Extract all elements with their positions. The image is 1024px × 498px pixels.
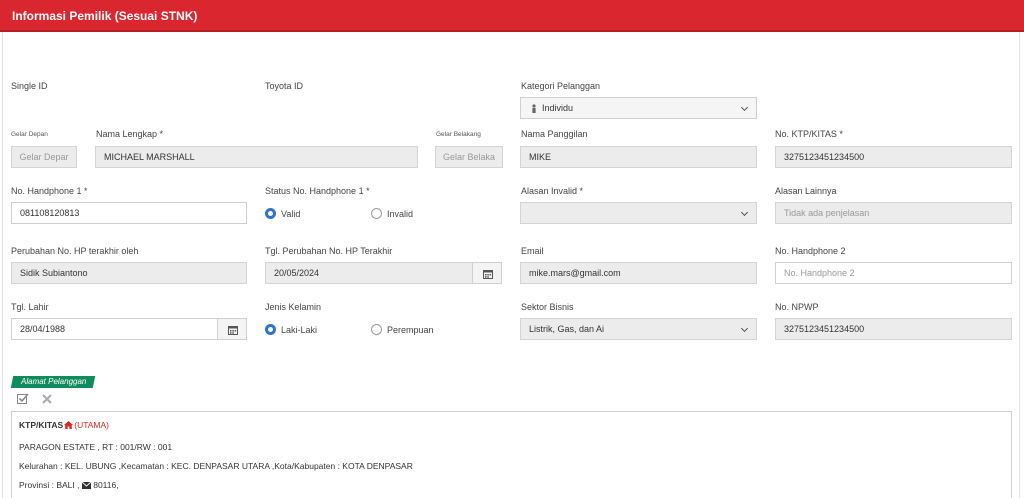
calendar-icon [228,326,238,335]
nama-panggilan-label: Nama Panggilan [521,129,588,139]
kategori-label: Kategori Pelanggan [521,81,601,91]
chevron-down-icon [740,103,749,112]
alasan-invalid-label: Alasan Invalid * [521,186,584,196]
chevron-down-icon [740,208,749,217]
nama-panggilan-input[interactable]: MIKE [520,146,757,168]
calendar-button[interactable] [217,318,247,340]
nama-lengkap-label: Nama Lengkap * [96,129,164,139]
sektor-bisnis-label: Sektor Bisnis [521,302,574,312]
close-icon[interactable] [42,394,52,404]
sektor-bisnis-select[interactable]: Listrik, Gas, dan Ai [520,318,757,340]
gelar-belakang-label: Gelar Belakang [436,131,481,138]
npwp-label: No. NPWP [775,302,819,312]
address-line-2: Kelurahan : KEL. UBUNG ,Kecamatan : KEC.… [19,461,413,471]
section-title: Informasi Pemilik (Sesuai STNK) [12,9,198,23]
address-type: KTP/KITAS (UTAMA) [19,420,110,430]
address-line-3: Provinsi : BALI , 80116, [19,480,119,490]
alasan-lainnya-label: Alasan Lainnya [775,186,837,196]
calendar-button[interactable] [472,262,502,284]
address-line-1: PARAGON ESTATE , RT : 001/RW : 001 [19,442,173,452]
radio-perempuan-label: Perempuan [387,325,434,335]
status-hp1-label: Status No. Handphone 1 * [265,186,370,196]
address-card: KTP/KITAS (UTAMA) PARAGON ESTATE , RT : … [11,411,1012,498]
utama-badge: (UTAMA) [74,420,110,430]
tgl-lahir-label: Tgl. Lahir [11,302,49,312]
perubahan-hp-oleh-label: Perubahan No. HP terakhir oleh [11,246,139,256]
alasan-lainnya-input[interactable]: Tidak ada penjelasan [775,202,1012,224]
radio-perempuan[interactable] [371,324,382,335]
hp2-input[interactable]: No. Handphone 2 [775,262,1012,284]
chevron-down-icon [740,324,749,333]
nama-lengkap-input[interactable]: MICHAEL MARSHALL [95,146,418,168]
perubahan-hp-oleh-input[interactable]: Sidik Subiantono [11,262,247,284]
toyota-id-label: Toyota ID [265,81,304,91]
email-input[interactable]: mike.mars@gmail.com [520,262,757,284]
kategori-select[interactable]: Individu [520,97,757,119]
hp1-label: No. Handphone 1 * [11,186,88,196]
gelar-depan-label: Gelar Depan [11,131,48,138]
npwp-input[interactable]: 3275123451234500 [775,318,1012,340]
radio-invalid-label: Invalid [387,209,414,219]
sektor-bisnis-value: Listrik, Gas, dan Ai [529,324,605,334]
single-id-label: Single ID [11,81,48,91]
no-ktp-input[interactable]: 3275123451234500 [775,146,1012,168]
tgl-perubahan-hp-input[interactable]: 20/05/2024 [265,262,473,284]
tgl-perubahan-hp-label: Tgl. Perubahan No. HP Terakhir [265,246,393,256]
alamat-tag: Alamat Pelanggan [10,376,96,388]
radio-laki-laki-label: Laki-Laki [281,325,318,335]
hp2-label: No. Handphone 2 [775,246,846,256]
gelar-depan-input[interactable]: Gelar Depar [11,146,77,168]
radio-laki-laki[interactable] [265,324,276,335]
check-icon[interactable] [17,393,29,404]
jenis-kelamin-label: Jenis Kelamin [265,302,322,312]
kategori-value: Individu [542,103,574,113]
radio-invalid[interactable] [371,208,382,219]
section-header: Informasi Pemilik (Sesuai STNK) [0,0,1024,32]
email-label: Email [521,246,544,256]
calendar-icon [483,270,493,279]
alasan-invalid-select[interactable] [520,202,757,224]
mail-icon [81,481,92,489]
home-icon [64,421,74,429]
radio-valid-label: Valid [281,209,301,219]
person-icon [532,104,536,113]
tgl-lahir-input[interactable]: 28/04/1988 [11,318,218,340]
no-ktp-label: No. KTP/KITAS * [775,129,843,139]
gelar-belakang-input[interactable]: Gelar Belaka [435,146,503,168]
hp1-input[interactable]: 081108120813 [11,202,247,224]
radio-valid[interactable] [265,208,276,219]
